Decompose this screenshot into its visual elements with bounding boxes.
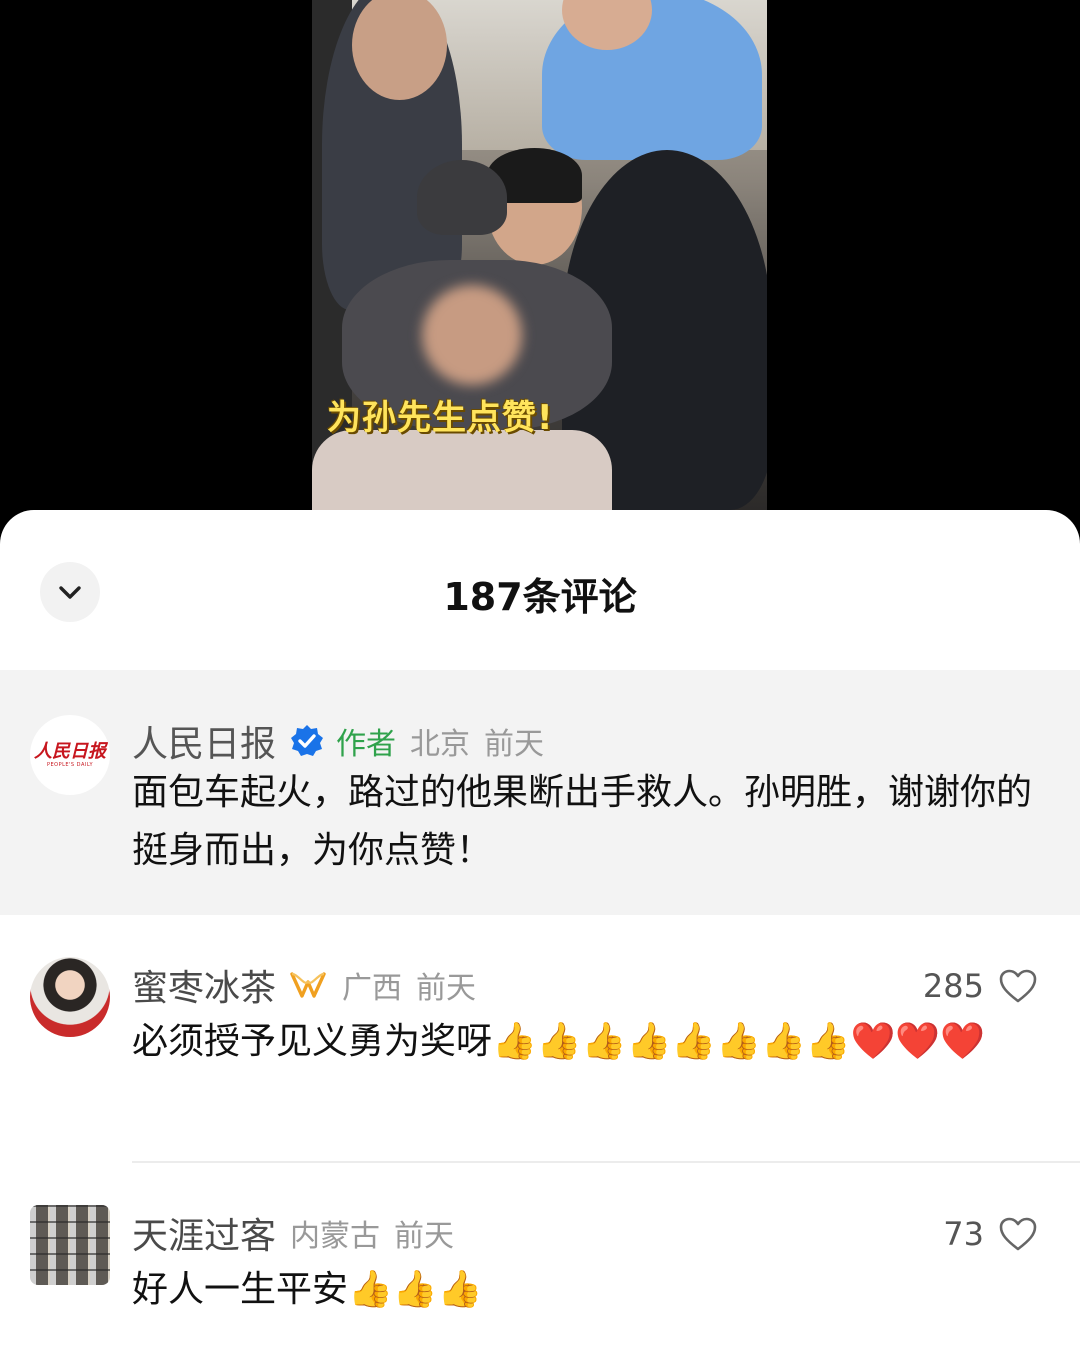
avatar[interactable]: 人民日报 PEOPLE'S DAILY: [30, 715, 110, 795]
comment-divider: [132, 1161, 1080, 1163]
comment-author[interactable]: 蜜枣冰茶: [132, 959, 276, 1011]
comment-text[interactable]: 面包车起火，路过的他果断出手救人。孙明胜，谢谢你的挺身而出，为你点赞！: [132, 764, 1032, 880]
like-count: 285: [922, 967, 984, 1005]
video-person-cap: [417, 160, 507, 235]
heart-outline-icon[interactable]: [998, 1216, 1038, 1252]
comment-location: 广西: [342, 971, 403, 1006]
author-tag: 作者: [336, 727, 397, 762]
comment-location: 内蒙古: [290, 1219, 381, 1254]
like-control[interactable]: 73: [943, 1215, 1038, 1253]
comment-item[interactable]: 天涯过客 内蒙古 前天 73 好人一生平安👍👍👍: [0, 1165, 1080, 1360]
comment-time: 前天: [394, 1219, 455, 1254]
video-caption: 为孙先生点赞!: [327, 398, 554, 438]
video-player[interactable]: 为孙先生点赞!: [0, 0, 1080, 520]
comment-author[interactable]: 天涯过客: [132, 1207, 276, 1259]
video-chair: [312, 430, 612, 510]
like-count: 73: [943, 1215, 984, 1253]
verified-badge-icon: [291, 725, 324, 756]
comment-meta: 人民日报 作者 北京 前天: [132, 715, 544, 767]
comment-text[interactable]: 必须授予见义勇为奖呀👍👍👍👍👍👍👍👍❤️❤️❤️: [132, 1013, 1032, 1071]
people-daily-logo: 人民日报: [34, 741, 106, 762]
vip-badge-icon: [290, 972, 326, 998]
comment-location: 北京: [410, 727, 471, 762]
avatar[interactable]: [30, 1205, 110, 1285]
avatar[interactable]: [30, 957, 110, 1037]
video-frame[interactable]: 为孙先生点赞!: [312, 0, 767, 510]
sheet-header: 187条评论: [0, 510, 1080, 670]
comment-item[interactable]: 蜜枣冰茶 广西 前天 285 必须授予见义勇为奖呀👍👍👍👍👍👍👍👍❤️❤️❤️: [0, 915, 1080, 1165]
heart-outline-icon[interactable]: [998, 968, 1038, 1004]
comments-sheet: 187条评论 人民日报 PEOPLE'S DAILY 人民日报 作者 北京 前天…: [0, 510, 1080, 1360]
comment-text[interactable]: 好人一生平安👍👍👍: [132, 1261, 1032, 1319]
comment-author[interactable]: 人民日报: [132, 715, 276, 767]
avatar-pattern: [30, 1205, 110, 1285]
pinned-comment[interactable]: 人民日报 PEOPLE'S DAILY 人民日报 作者 北京 前天 面包车起火，…: [0, 670, 1080, 915]
video-blurred-face: [422, 285, 522, 385]
comment-time: 前天: [416, 971, 477, 1006]
comments-count-title: 187条评论: [443, 575, 637, 619]
like-control[interactable]: 285: [923, 967, 1038, 1005]
people-daily-logo-sub: PEOPLE'S DAILY: [46, 762, 94, 768]
comment-time: 前天: [484, 727, 545, 762]
comment-meta: 天涯过客 内蒙古 前天: [132, 1207, 454, 1259]
comment-meta: 蜜枣冰茶 广西 前天: [132, 959, 476, 1011]
